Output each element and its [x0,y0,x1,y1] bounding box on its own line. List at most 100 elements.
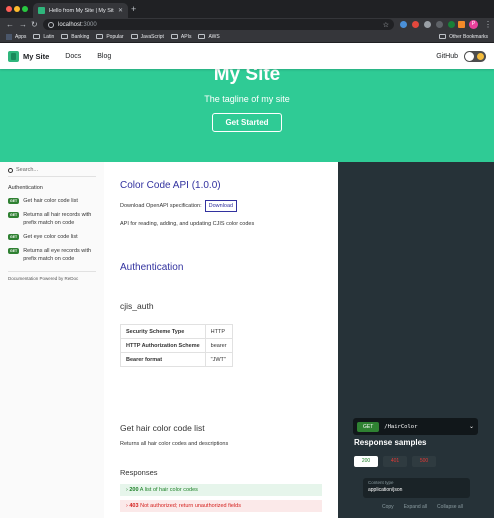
dark-mode-toggle[interactable] [464,50,486,62]
sun-icon [477,52,484,60]
site-logo-icon[interactable] [8,50,19,62]
redoc-credit-link[interactable]: Documentation Powered by ReDoc [8,271,96,281]
security-scheme-name: cjis_auth [120,301,154,311]
folder-icon [96,34,104,39]
sidebar-item-operation[interactable]: GET Get hair color code list [8,197,96,205]
folder-icon [33,34,41,39]
sidebar-item-label: Get eye color code list [23,234,78,240]
close-tab-icon[interactable]: ✕ [118,7,123,14]
content-type-label: Content type [368,480,394,485]
bookmark-label: JavaScript [140,33,164,40]
expand-all-button[interactable]: Expand all [404,504,427,510]
url-text: localhost:3000 [58,22,97,28]
sidebar-item-authentication[interactable]: Authentication [8,185,96,191]
new-tab-icon[interactable]: + [131,4,136,14]
bookmark-label: Banking [71,33,90,40]
security-scheme-table: Security Scheme Type HTTP HTTP Authoriza… [120,324,233,367]
site-brand[interactable]: My Site [23,52,49,61]
api-docs: Search... Authentication GET Get hair co… [0,162,494,518]
maximize-window-button[interactable] [22,6,28,12]
bookmark-label: Apps [15,33,27,40]
bookmark-folder[interactable]: AWS [198,33,220,40]
chevron-right-icon: › [126,487,128,493]
api-description: API for reading, adding, and updating CJ… [120,221,255,227]
table-cell: Security Scheme Type [120,324,206,339]
extension-icon[interactable] [412,21,419,28]
sidebar-item-label: Returns all hair records with prefix mat… [23,212,92,226]
profile-avatar[interactable]: P [469,20,478,29]
chevron-down-icon: ⌄ [468,424,474,430]
copy-button[interactable]: Copy [382,504,394,510]
nav-link-blog[interactable]: Blog [97,53,111,60]
operation-title: Get hair color code list [120,423,205,433]
get-started-button[interactable]: Get Started [212,113,282,132]
extension-icon[interactable] [400,21,407,28]
moon-icon [465,51,474,61]
bookmark-folder[interactable]: APIs [170,34,191,40]
reload-icon[interactable]: ↻ [31,19,38,30]
url-host: localhost [58,21,82,28]
content-type-dropdown[interactable]: Content type application/json [363,478,470,498]
tab-200[interactable]: 200 [354,456,378,467]
address-bar[interactable]: localhost:3000 ☆ [43,19,394,30]
folder-icon [170,34,178,39]
nav-link-docs[interactable]: Docs [65,53,81,60]
folder-icon [61,34,69,39]
folder-icon [130,34,138,39]
bookmark-label: AWS [208,33,220,40]
extension-icon[interactable] [448,21,455,28]
collapse-all-button[interactable]: Collapse all [437,504,463,510]
endpoint-selector[interactable]: GET /HairColor ⌄ [353,418,478,435]
bookmark-folder[interactable]: Banking [61,34,89,40]
sidebar-item-operation[interactable]: GET Get eye color code list [8,233,96,241]
http-method-badge: GET [8,234,20,240]
responses-heading: Responses [120,468,158,477]
tab-401[interactable]: 401 [383,456,407,467]
extension-icon[interactable] [436,21,443,28]
response-code: 403 [129,503,139,509]
http-method-badge: GET [8,198,20,204]
sample-actions: Copy Expand all Collapse all [382,504,463,510]
browser-toolbar: ← → ↻ localhost:3000 ☆ P ⋮ [0,18,494,31]
forward-arrow-icon[interactable]: → [19,19,27,30]
back-arrow-icon[interactable]: ← [6,19,14,30]
extension-icon[interactable] [424,21,431,28]
spec-download-row: Download OpenAPI specification: Download [120,200,322,212]
bookmark-folder[interactable]: Latin [33,34,54,40]
search-input[interactable]: Search... [16,167,38,173]
browser-menu-icon[interactable]: ⋮ [484,19,492,30]
site-info-icon[interactable] [48,21,54,28]
response-text: A list of hair color codes [139,487,198,493]
other-bookmarks[interactable]: Other Bookmarks [439,34,488,40]
tab-500[interactable]: 500 [412,456,436,467]
table-cell: HTTP Authorization Scheme [120,338,206,353]
sidebar-item-operation[interactable]: GET Returns all eye records with prefix … [8,247,96,263]
operation-description: Returns all hair color codes and descrip… [120,441,229,447]
site-navbar: My Site Docs Blog GitHub [0,43,494,69]
bookmark-star-icon[interactable]: ☆ [383,21,389,29]
table-cell: Bearer format [120,352,206,367]
url-port: :3000 [81,21,97,28]
response-403-row[interactable]: › 403 Not authorized; return unauthorize… [120,500,322,512]
sidebar-item-label: Returns all eye records with prefix matc… [23,248,92,262]
http-method-badge: GET [357,421,380,432]
response-200-row[interactable]: › 200 A list of hair color codes [120,484,322,496]
table-row: Bearer format "JWT" [120,352,233,367]
bookmark-folder[interactable]: JavaScript [130,33,164,40]
search-box[interactable]: Search... [8,165,96,177]
nav-link-github[interactable]: GitHub [436,53,458,60]
bookmark-folder[interactable]: Popular [96,34,124,40]
extension-icon[interactable] [458,21,465,28]
close-window-button[interactable] [6,6,12,12]
sidebar-item-operation[interactable]: GET Returns all hair records with prefix… [8,211,96,227]
spec-label: Download OpenAPI specification: [120,203,202,209]
browser-tab[interactable]: Hello from My Site | My Site ✕ [33,3,128,18]
sidebar-item-label: Get hair color code list [23,198,78,204]
tab-title: Hello from My Site | My Site [49,7,114,14]
minimize-window-button[interactable] [14,6,20,12]
download-button[interactable]: Download [204,200,238,212]
bookmark-apps[interactable]: Apps [6,33,27,40]
http-method-badge: GET [8,248,20,254]
authentication-heading: Authentication [120,262,184,273]
browser-tab-bar: Hello from My Site | My Site ✕ + [0,0,494,18]
